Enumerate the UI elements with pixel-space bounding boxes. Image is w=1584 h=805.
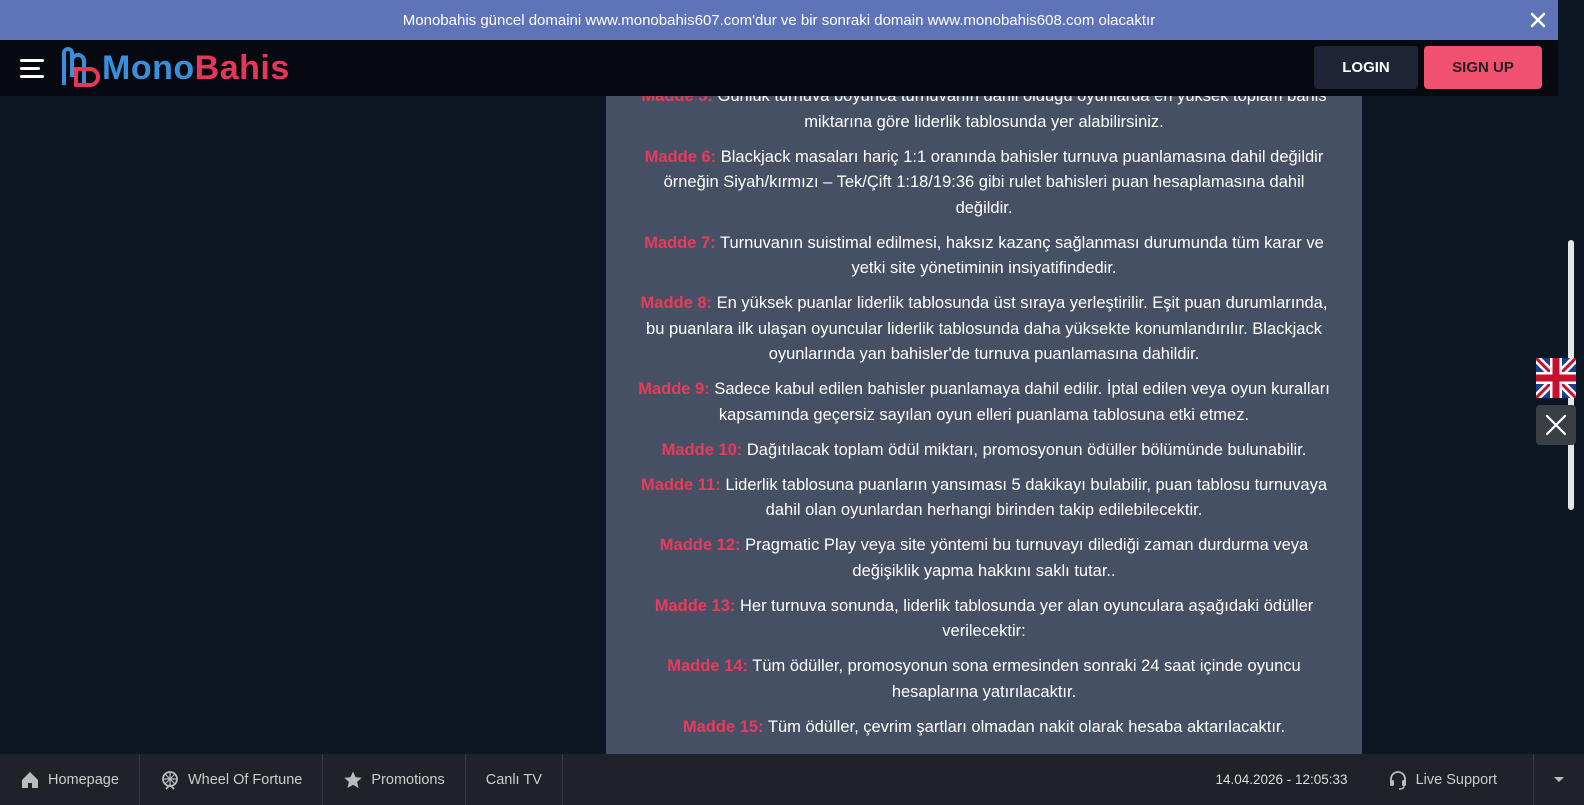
rule-text: Turnuvanın suistimal edilmesi, haksız ka… [720, 233, 1324, 278]
rule-label: Madde 13: [654, 596, 736, 615]
rule-label: Madde 9: [638, 380, 710, 398]
signup-button[interactable]: SIGN UP [1424, 46, 1542, 89]
rule-item: Madde 10: Dağıtılacak toplam ödül miktar… [606, 438, 1362, 464]
footer-homepage[interactable]: Homepage [0, 754, 140, 805]
rule-item: Madde 6: Blackjack masaları hariç 1:1 or… [606, 145, 1362, 222]
rule-label: Madde 11: [640, 475, 721, 494]
footer-wheel-of-fortune[interactable]: Wheel Of Fortune [140, 754, 324, 805]
footer-promotions-label: Promotions [371, 771, 445, 788]
live-support-button[interactable]: Live Support [1388, 770, 1497, 790]
rule-text: Günlük turnuva boyunca turnuvanın dahil … [717, 96, 1327, 131]
rule-text: En yüksek puanlar liderlik tablosunda üs… [646, 294, 1328, 363]
close-icon [1545, 414, 1567, 436]
announcement-close-button[interactable] [1524, 6, 1552, 34]
rule-item: Madde 15: Tüm ödüller, çevrim şartları o… [606, 715, 1362, 741]
rule-item: Madde 14: Tüm ödüller, promosyonun sona … [606, 654, 1362, 705]
rule-item: Madde 9: Sadece kabul edilen bahisler pu… [606, 377, 1362, 428]
site-logo[interactable]: MonoBahis [60, 47, 290, 89]
logo-mark-icon [62, 47, 100, 87]
hamburger-icon[interactable] [20, 56, 48, 80]
rule-text: Tüm ödüller, promosyonun sona ermesinden… [752, 657, 1301, 701]
home-icon [22, 771, 38, 788]
rule-label: Madde 14: [667, 657, 748, 675]
rule-text: Liderlik tablosuna puanların yansıması 5… [725, 475, 1328, 520]
footer-wheel-label: Wheel Of Fortune [187, 771, 303, 788]
uk-flag-icon[interactable] [1536, 358, 1576, 398]
footer-homepage-label: Homepage [48, 771, 119, 788]
announcement-text: Monobahis güncel domaini www.monobahis60… [402, 11, 1156, 29]
footer-canli-tv-label: Canlı TV [485, 771, 542, 788]
headset-icon [1389, 770, 1406, 790]
rule-label: Madde 7: [644, 233, 716, 252]
rules-panel: Madde 5: Günlük turnuva boyunca turnuvan… [606, 96, 1362, 754]
login-button[interactable]: LOGIN [1314, 46, 1418, 89]
footer-canli-tv[interactable]: Canlı TV [466, 754, 563, 805]
rule-item: Madde 11: Liderlik tablosuna puanların y… [606, 473, 1362, 524]
bottom-bar: Homepage Wheel Of Fortune Promotions Can… [0, 754, 1584, 805]
rule-item: Madde 8: En yüksek puanlar liderlik tabl… [606, 291, 1362, 368]
footer-expand-button[interactable] [1533, 754, 1584, 805]
announcement-bar: Monobahis güncel domaini www.monobahis60… [0, 0, 1558, 40]
caret-down-icon [1554, 776, 1564, 782]
rule-text: Pragmatic Play veya site yöntemi bu turn… [745, 536, 1309, 580]
language-close-button[interactable] [1536, 405, 1576, 445]
rule-item: Madde 5: Günlük turnuva boyunca turnuvan… [606, 96, 1362, 135]
rule-label: Madde 10: [661, 440, 743, 459]
star-icon [344, 771, 363, 788]
rules-list: Madde 5: Günlük turnuva boyunca turnuvan… [606, 96, 1362, 750]
rule-text: Sadece kabul edilen bahisler puanlamaya … [714, 380, 1330, 424]
logo-text-bahis: Bahis [194, 48, 290, 87]
rule-text: Her turnuva sonunda, liderlik tablosunda… [740, 596, 1314, 641]
wheel-icon [162, 770, 178, 790]
rule-item: Madde 13: Her turnuva sonunda, liderlik … [606, 594, 1362, 645]
close-icon [1530, 12, 1546, 28]
footer-right: 14.04.2026 - 12:05:33 Live Support [1215, 754, 1584, 805]
rule-item: Madde 12: Pragmatic Play veya site yönte… [606, 533, 1362, 584]
rule-text: Dağıtılacak toplam ödül miktarı, promosy… [746, 440, 1307, 459]
footer-datetime: 14.04.2026 - 12:05:33 [1215, 772, 1348, 787]
rule-label: Madde 6: [644, 147, 717, 166]
rule-item: Madde 7: Turnuvanın suistimal edilmesi, … [606, 231, 1362, 282]
logo-text: MonoBahis [102, 49, 290, 88]
rule-text: Blackjack masaları hariç 1:1 oranında ba… [663, 147, 1324, 217]
footer-promotions[interactable]: Promotions [323, 754, 466, 805]
logo-text-mono: Mono [102, 48, 195, 87]
rule-label: Madde 12: [659, 536, 741, 554]
auth-buttons: LOGIN SIGN UP [1314, 46, 1542, 89]
site-header: MonoBahis LOGIN SIGN UP [0, 40, 1558, 96]
rule-label: Madde 8: [640, 294, 713, 312]
live-support-label: Live Support [1415, 771, 1497, 788]
rule-text: Tüm ödüller, çevrim şartları olmadan nak… [767, 717, 1286, 736]
rule-label: Madde 15: [682, 717, 764, 736]
rule-label: Madde 5: [641, 96, 713, 105]
